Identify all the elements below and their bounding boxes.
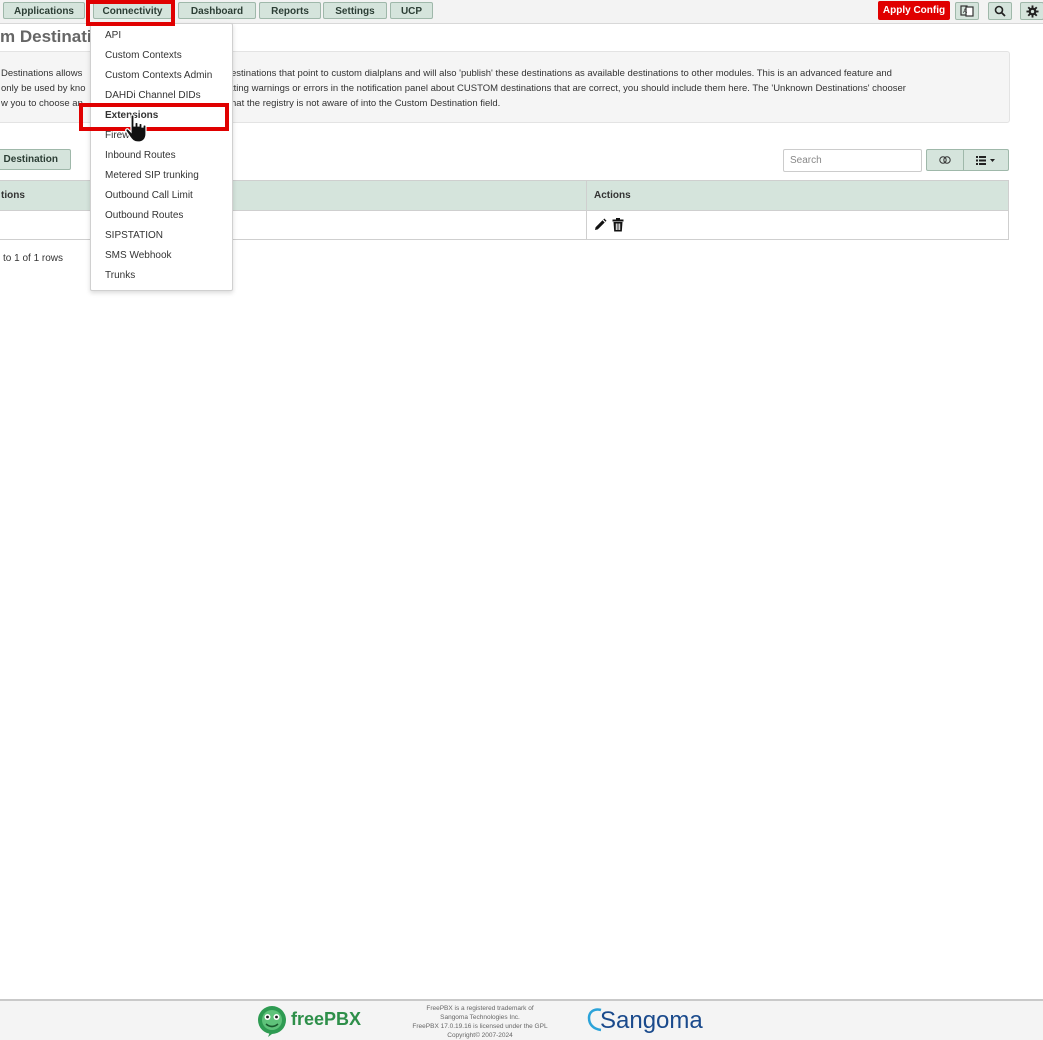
- nav-dashboard[interactable]: Dashboard: [178, 2, 256, 19]
- nav-reports[interactable]: Reports: [259, 2, 321, 19]
- nav-ucp[interactable]: UCP: [390, 2, 433, 19]
- top-navbar: Applications Connectivity Dashboard Repo…: [0, 0, 1043, 24]
- info-line: Destinations allows: [1, 68, 83, 79]
- info-line: only be used by kno: [1, 83, 86, 94]
- settings-button[interactable]: [1020, 2, 1043, 20]
- menu-item-trunks[interactable]: Trunks: [105, 266, 135, 286]
- hand-cursor-icon: [125, 114, 147, 143]
- columns-dropdown-button[interactable]: [963, 149, 1009, 171]
- menu-item-custom-contexts-admin[interactable]: Custom Contexts Admin: [105, 66, 212, 86]
- menu-item-metered-sip-trunking[interactable]: Metered SIP trunking: [105, 166, 199, 186]
- footer-line: FreePBX 17.0.19.16 is licensed under the…: [412, 1023, 548, 1030]
- search-button[interactable]: [988, 2, 1012, 20]
- toggle-icon: [939, 156, 951, 164]
- menu-item-sipstation[interactable]: SIPSTATION: [105, 226, 163, 246]
- delete-icon[interactable]: [612, 218, 624, 232]
- add-destination-button[interactable]: Destination: [0, 149, 71, 170]
- freepbx-logo-icon: [258, 1006, 286, 1037]
- menu-item-outbound-routes[interactable]: Outbound Routes: [105, 206, 183, 226]
- search-input[interactable]: [783, 149, 922, 172]
- menu-item-inbound-routes[interactable]: Inbound Routes: [105, 146, 176, 166]
- info-line: estinations that point to custom dialpla…: [231, 68, 892, 79]
- gear-icon: [1025, 4, 1039, 18]
- info-line: tting warnings or errors in the notifica…: [231, 83, 906, 94]
- edit-icon[interactable]: [593, 218, 607, 232]
- language-icon: A: [960, 5, 974, 17]
- page-title: m Destinatio: [0, 27, 103, 46]
- footer: freePBX FreePBX is a registered trademar…: [0, 999, 1043, 1040]
- menu-item-custom-contexts[interactable]: Custom Contexts: [105, 46, 182, 66]
- info-line: hat the registry is not aware of into th…: [231, 98, 501, 109]
- footer-line: FreePBX is a registered trademark of: [426, 1005, 534, 1012]
- menu-item-dahdi-channel-dids[interactable]: DAHDi Channel DIDs: [105, 86, 201, 106]
- nav-connectivity[interactable]: Connectivity: [93, 2, 172, 19]
- menu-item-sms-webhook[interactable]: SMS Webhook: [105, 246, 172, 266]
- column-toggle-button[interactable]: [926, 149, 964, 171]
- search-icon: [994, 5, 1006, 17]
- apply-config-button[interactable]: Apply Config: [878, 1, 950, 20]
- list-icon: [976, 155, 995, 165]
- footer-line: Sangoma Technologies Inc.: [440, 1014, 520, 1021]
- pagination-info: to 1 of 1 rows: [3, 253, 64, 264]
- language-button[interactable]: A: [955, 2, 979, 20]
- nav-settings[interactable]: Settings: [323, 2, 387, 19]
- nav-applications[interactable]: Applications: [3, 2, 85, 19]
- footer-legal: FreePBX is a registered trademark of San…: [400, 1004, 560, 1040]
- connectivity-dropdown: API Custom Contexts Custom Contexts Admi…: [90, 23, 233, 291]
- info-line: w you to choose an: [1, 98, 83, 109]
- column-header-actions: Actions: [594, 190, 631, 201]
- column-header-destinations[interactable]: tions: [1, 181, 25, 210]
- freepbx-wordmark: freePBX: [291, 1009, 362, 1029]
- menu-item-outbound-call-limit[interactable]: Outbound Call Limit: [105, 186, 193, 206]
- sangoma-wordmark: Sangoma: [600, 1007, 703, 1034]
- footer-line: Copyright© 2007-2024: [447, 1032, 513, 1039]
- menu-item-api[interactable]: API: [105, 26, 121, 46]
